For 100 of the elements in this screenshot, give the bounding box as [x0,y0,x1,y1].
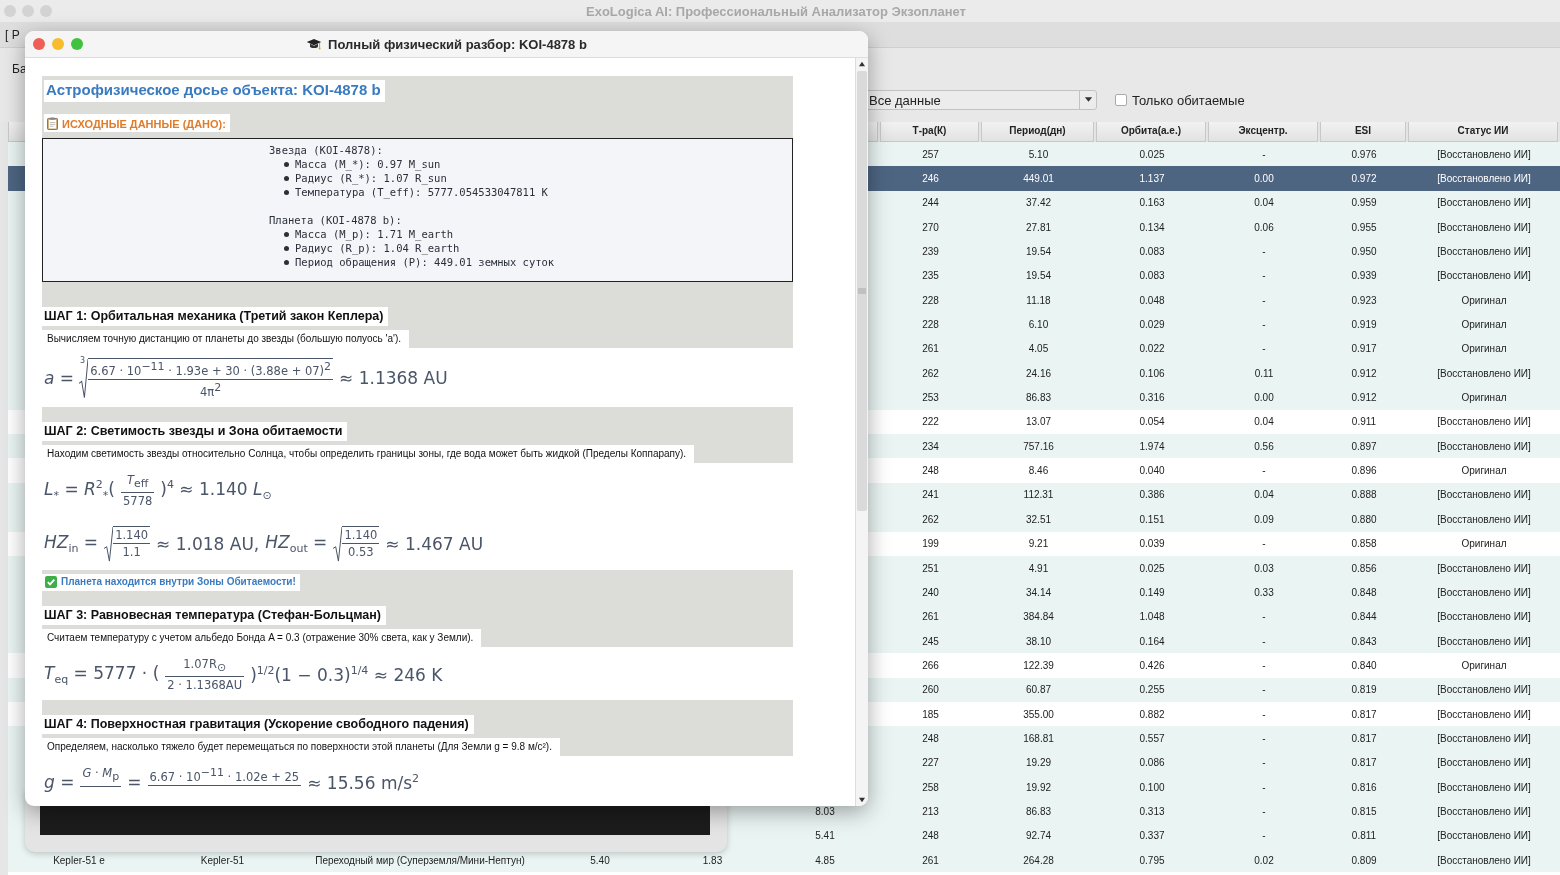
table-cell-text: [Восстановлено ИИ] [1436,684,1532,696]
table-cell-text: 27.81 [1025,221,1052,233]
table-cell-text: 86.83 [1025,805,1052,817]
table-cell-text: - [1261,343,1267,355]
table-cell-text: 0.840 [1350,659,1378,671]
table-cell-text: 32.51 [1025,513,1052,525]
window-title: ExoLogica AI: Профессиональный Анализатор Экзопланет [585,3,967,19]
table-cell-text: 260 [921,684,940,696]
table-cell-text: 0.858 [1350,538,1378,550]
table-cell-text: [Восстановлено ИИ] [1436,440,1532,452]
table-cell-text: 0.795 [1138,854,1166,866]
table-cell-text: 270 [921,221,940,233]
table-cell-text: 0.56 [1253,440,1275,452]
step-description: Определяем, насколько тяжело будет перемещаться по поверхности этой планеты (Для Земли g = 9.8 м/с²). [42,738,560,757]
table-cell-text: [Восстановлено ИИ] [1436,489,1532,501]
step-heading: ШАГ 2: Светимость звезды и Зона обитаемости [42,421,348,441]
table-cell-text: - [1261,465,1267,477]
table-cell-text: 8.46 [1027,465,1050,477]
table-cell-text: 213 [921,805,940,817]
table-cell-text: 185 [921,708,940,720]
table-cell-text: 0.04 [1253,197,1275,209]
dialog-title: Полный физический разбор: KOI-4878 b [328,36,587,52]
table-cell-text: 5.10 [1027,148,1050,160]
table-cell-text: [Восстановлено ИИ] [1436,270,1532,282]
table-cell-text: 261 [921,611,940,623]
table-cell-text: [Восстановлено ИИ] [1436,173,1532,184]
table-cell-text: 0.912 [1350,367,1378,379]
table-cell-text: 248 [921,830,940,842]
table-cell-text: - [1261,294,1267,306]
table-cell-text: 262 [921,513,940,525]
table-cell-text: - [1261,732,1267,744]
table-cell-text: [Восстановлено ИИ] [1436,513,1532,525]
table-cell-text: 4.05 [1027,343,1050,355]
table-cell-text: 0.972 [1350,173,1378,184]
data-line: Радиус (R_*): 1.07 R_sun [295,171,447,185]
table-cell-text: [Восстановлено ИИ] [1436,148,1532,160]
step-heading: ШАГ 1: Орбитальная механика (Третий закон Кеплера) [42,307,389,326]
table-cell-text: 241 [921,489,940,501]
table-cell-text: 240 [921,586,940,598]
table-cell-text: 0.040 [1138,465,1166,477]
table-cell-text: [Восстановлено ИИ] [1436,586,1532,598]
step-description: Считаем температуру с учетом альбедо Бонда A = 0.3 (отражение 30% света, как у Земли). [42,628,482,647]
data-line: Период обращения (P): 449.01 земных суток [295,255,555,269]
table-cell-text: [Восстановлено ИИ] [1436,635,1532,647]
table-cell-text: 0.950 [1350,246,1378,258]
table-cell-text: - [1261,611,1267,623]
table-cell-text: Оригинал [1460,294,1508,306]
table-cell-text: 0.09 [1253,513,1275,525]
table-cell-text: 0.04 [1253,489,1275,501]
table-cell-text: 0.426 [1138,659,1166,671]
table-cell-text: 757.16 [1022,440,1055,452]
table-cell-text: 0.882 [1138,708,1166,720]
table-cell-text: 262 [921,367,940,379]
table-cell-text: 0.083 [1138,270,1166,282]
table-cell-text: 235 [921,270,940,282]
data-line: Масса (M_p): 1.71 M_earth [295,227,454,241]
table-cell-text: 11.18 [1025,294,1052,306]
table-cell-text: 0.149 [1138,586,1166,598]
table-cell-text: 38.10 [1025,635,1052,647]
table-cell-text: 92.74 [1025,830,1052,842]
table-cell-text: 0.959 [1350,197,1378,209]
given-label: ИСХОДНЫЕ ДАННЫЕ (ДАНО): [62,117,226,130]
table-cell-text: [Восстановлено ИИ] [1436,246,1532,258]
table-cell-text: 6.10 [1027,319,1050,331]
table-cell-text: 0.848 [1350,586,1378,598]
table-cell-text: 245 [921,635,940,647]
table-cell-text: 0.843 [1350,635,1378,647]
table-cell-text: 0.022 [1138,343,1166,355]
table-cell-text: 0.817 [1350,757,1378,769]
table-cell-text: 0.33 [1253,586,1275,598]
table-cell-text: 246 [921,173,940,184]
table-cell-text: 0.897 [1350,440,1378,452]
table-cell-text: [Восстановлено ИИ] [1436,416,1532,428]
table-cell-text: 0.255 [1138,684,1166,696]
table-cell-text: 384.84 [1022,611,1055,623]
table-cell-text: 86.83 [1025,392,1052,404]
table-cell-text: 8.03 [814,805,836,817]
table-cell-text: 5.41 [814,830,836,842]
table-cell-text: 112.31 [1022,489,1055,501]
table-cell-text: 1.048 [1138,611,1166,623]
table-cell-text: 0.048 [1138,294,1166,306]
table-cell-text: 0.11 [1253,367,1275,379]
table-cell-text: 244 [921,197,940,209]
table-cell-text: 60.87 [1025,684,1052,696]
table-cell-text: 0.029 [1138,319,1166,331]
table-cell-text: 0.00 [1253,173,1275,184]
table-cell-text: 0.00 [1253,392,1275,404]
table-cell-text: Оригинал [1460,538,1508,550]
table-cell-text: 0.955 [1350,221,1378,233]
table-cell-text: 0.106 [1138,367,1166,379]
table-cell-text: 168.81 [1022,732,1055,744]
table-cell-text: 0.086 [1138,757,1166,769]
table-cell-text: 0.896 [1350,465,1378,477]
table-cell-text: 0.337 [1138,830,1166,842]
table-cell-text: - [1261,708,1267,720]
table-cell-text: [Восстановлено ИИ] [1436,732,1532,744]
table-cell-text: [Восстановлено ИИ] [1436,805,1532,817]
table-cell-text: 0.919 [1350,319,1378,331]
habitable-zone-note: Планета находится внутри Зоны Обитаемости! [61,576,296,588]
table-cell-text: Kepler-51 e [52,854,106,866]
